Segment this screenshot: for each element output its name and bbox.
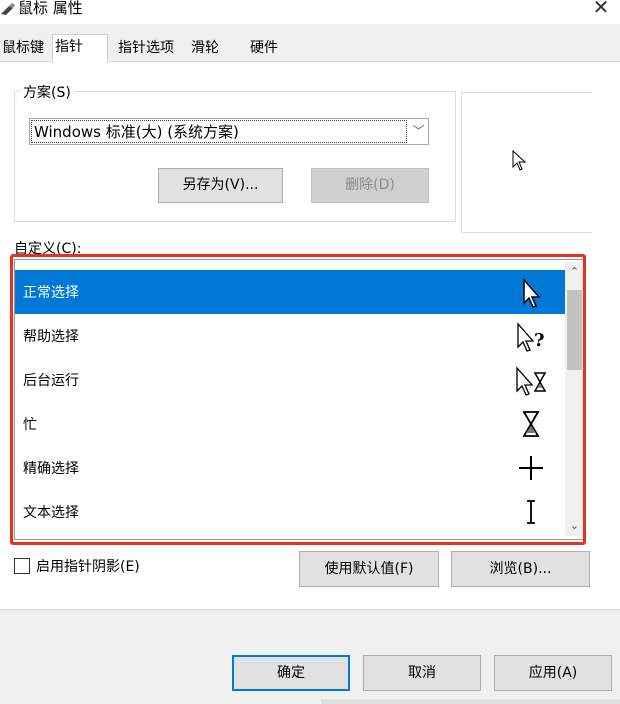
window-bottom-edge bbox=[321, 699, 620, 704]
list-item-label: 后台运行 bbox=[23, 373, 79, 389]
chevron-up-icon[interactable]: ⌃ bbox=[565, 264, 584, 280]
mouse-icon bbox=[1, 3, 15, 15]
svg-text:?: ? bbox=[534, 330, 545, 351]
apply-button[interactable]: 应用(A) bbox=[494, 655, 612, 691]
title-bar: 鼠标 属性 ✕ bbox=[0, 0, 620, 24]
chevron-down-icon[interactable]: ⌄ bbox=[565, 518, 584, 534]
preview-arrow-cursor-icon bbox=[512, 150, 527, 171]
list-item[interactable]: 忙 bbox=[15, 402, 565, 446]
busy-hourglass-icon bbox=[523, 411, 539, 437]
list-item-label: 精确选择 bbox=[23, 461, 79, 477]
delete-button[interactable]: 删除(D) bbox=[311, 168, 429, 203]
shadow-checkbox[interactable] bbox=[14, 558, 30, 574]
shadow-checkbox-label: 启用指针阴影(E) bbox=[36, 559, 140, 575]
tab-wheel[interactable]: 滑轮 bbox=[189, 36, 221, 60]
ibeam-cursor-icon bbox=[527, 500, 535, 524]
window-title: 鼠标 属性 bbox=[18, 0, 83, 17]
list-item[interactable]: 帮助选择 ? bbox=[15, 314, 565, 358]
help-cursor-icon: ? bbox=[517, 322, 545, 352]
chevron-down-icon[interactable]: ﹀ bbox=[408, 118, 429, 145]
tab-hardware[interactable]: 硬件 bbox=[248, 36, 280, 60]
cancel-button[interactable]: 取消 bbox=[363, 655, 481, 691]
customize-label: 自定义(C): bbox=[14, 241, 82, 257]
close-icon[interactable]: ✕ bbox=[586, 0, 616, 20]
list-item[interactable]: 文本选择 bbox=[15, 490, 565, 534]
use-default-button[interactable]: 使用默认值(F) bbox=[299, 551, 439, 587]
scheme-selected-value[interactable]: Windows 标准(大) (系统方案) bbox=[31, 120, 407, 143]
tab-pointers[interactable]: 指针 bbox=[52, 34, 108, 62]
list-item[interactable]: 后台运行 bbox=[15, 358, 565, 402]
list-item[interactable]: 精确选择 bbox=[15, 446, 565, 490]
list-item-label: 文本选择 bbox=[23, 505, 79, 521]
list-item-label: 帮助选择 bbox=[23, 329, 79, 345]
tab-pointer-options[interactable]: 指针选项 bbox=[116, 36, 176, 60]
scheme-legend: 方案(S) bbox=[20, 82, 74, 102]
tab-strip: 鼠标键 指针 指针选项 滑轮 硬件 bbox=[0, 34, 620, 62]
list-item[interactable]: 正常选择 bbox=[15, 270, 565, 314]
working-cursor-icon bbox=[516, 366, 546, 396]
crosshair-cursor-icon bbox=[519, 456, 543, 480]
list-item-label: 忙 bbox=[23, 417, 37, 433]
footer-divider bbox=[0, 609, 620, 610]
save-as-button[interactable]: 另存为(V)... bbox=[158, 168, 283, 203]
arrow-cursor-icon bbox=[523, 278, 541, 308]
list-item-label: 正常选择 bbox=[23, 285, 79, 301]
tab-buttons[interactable]: 鼠标键 bbox=[0, 36, 46, 60]
ok-button[interactable]: 确定 bbox=[232, 655, 350, 691]
browse-button[interactable]: 浏览(B)... bbox=[451, 551, 590, 587]
scrollbar-thumb[interactable] bbox=[567, 290, 582, 370]
